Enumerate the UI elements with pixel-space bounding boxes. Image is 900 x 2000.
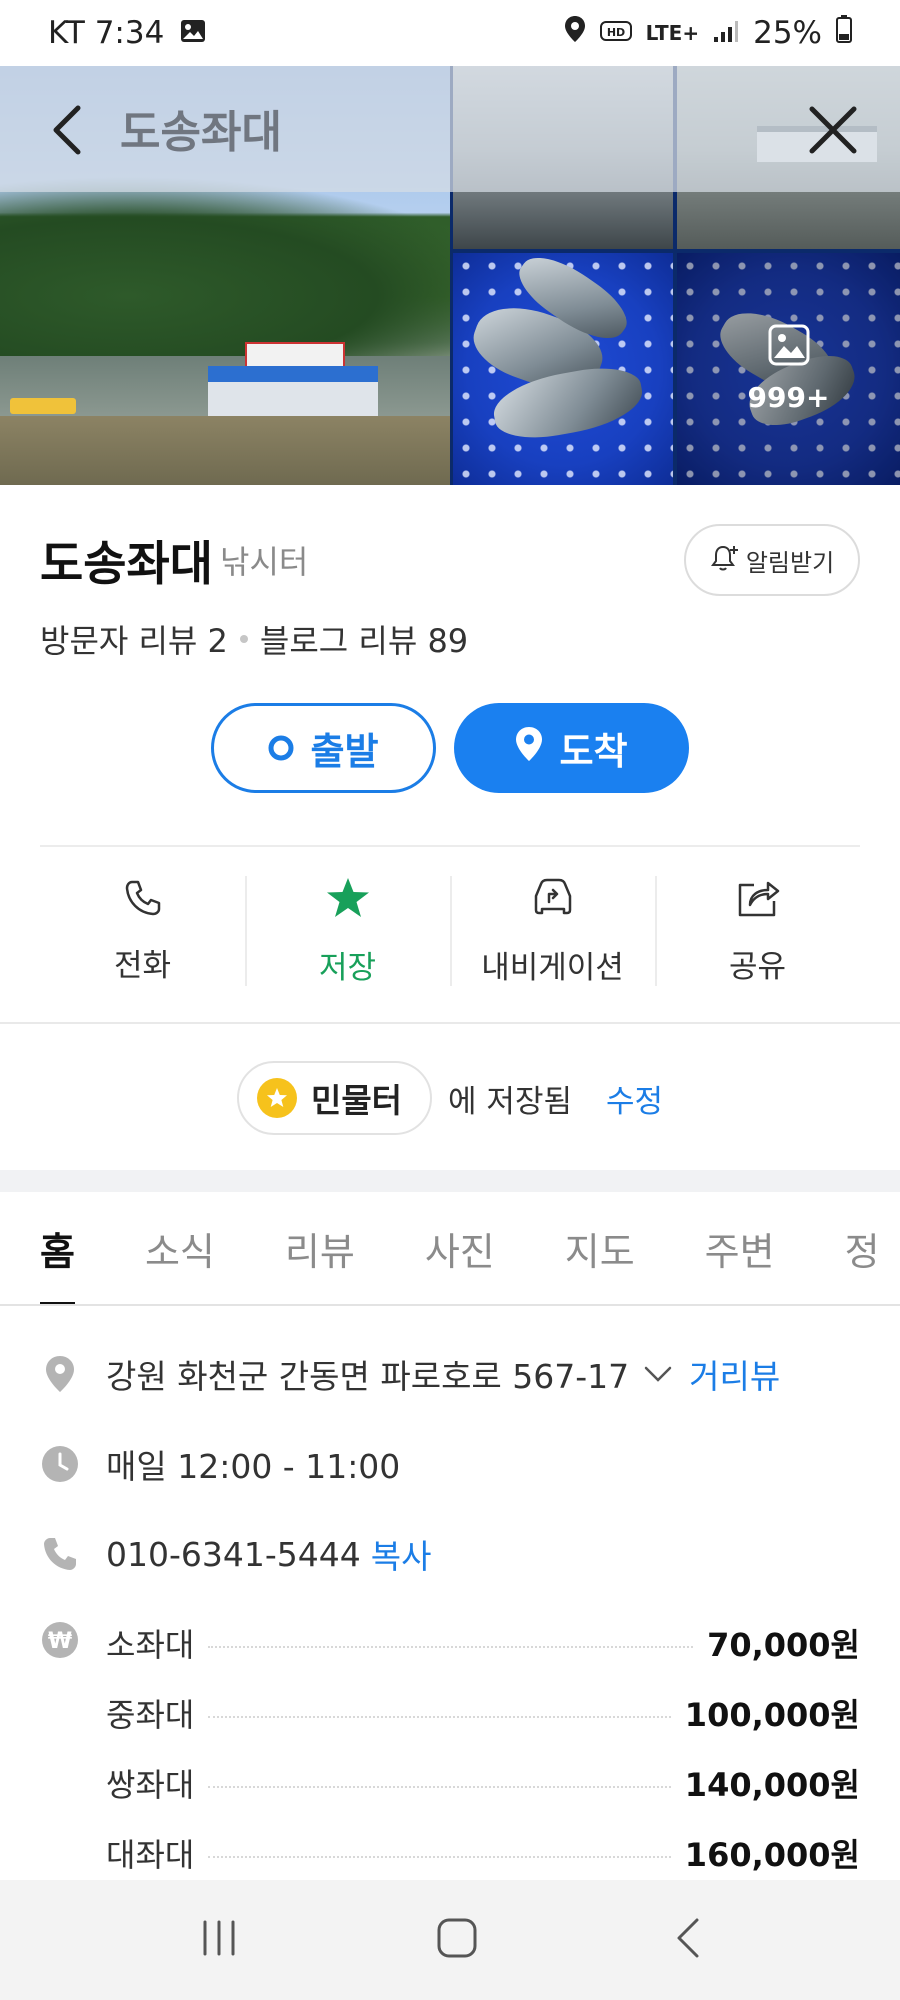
price-item: 쌍좌대 140,000원	[106, 1760, 860, 1806]
star-icon	[325, 876, 371, 928]
address-text: 강원 화천군 간동면 파로호로 567-17	[106, 1357, 630, 1396]
price-item-name: 소좌대	[106, 1626, 195, 1664]
depart-label: 출발	[310, 730, 379, 773]
blog-reviews-link[interactable]: 블로그 리뷰 89	[260, 616, 468, 662]
copy-phone-link[interactable]: 복사	[371, 1530, 432, 1578]
gallery-notification-icon	[180, 15, 206, 51]
save-label: 저장	[318, 949, 377, 986]
hours-text: 매일 12:00 - 11:00	[106, 1447, 401, 1486]
back-button[interactable]	[48, 100, 88, 160]
image-icon	[768, 324, 810, 381]
hours-row: 매일 12:00 - 11:00	[40, 1440, 400, 1488]
action-bar: 전화 저장 내비게이션 공유	[40, 866, 860, 996]
pin-icon	[515, 726, 543, 771]
navigation-label: 내비게이션	[481, 949, 624, 986]
battery-icon	[836, 15, 852, 51]
edit-saved-link[interactable]: 수정	[606, 1076, 663, 1121]
tab-bar: 홈 소식 리뷰 사진 지도 주변 정	[0, 1192, 900, 1306]
saved-folder-row: 민물터 에 저장됨 수정	[0, 1060, 900, 1136]
saved-folder-name: 민물터	[310, 1081, 403, 1120]
back-nav-icon[interactable]	[673, 1916, 703, 1964]
hd-voice-icon: HD	[599, 15, 632, 51]
place-category: 낚시터	[220, 543, 309, 581]
section-gap	[0, 1170, 900, 1192]
folder-star-icon	[256, 1078, 297, 1118]
arrive-button[interactable]: 도착	[454, 703, 689, 793]
more-photos-button[interactable]: 999+	[677, 253, 900, 485]
bell-plus-icon	[710, 542, 740, 578]
close-button[interactable]	[808, 105, 858, 155]
share-icon	[736, 877, 780, 927]
navigation-action[interactable]: 내비게이션	[450, 866, 655, 996]
price-icon-row: ₩	[40, 1620, 106, 1660]
depart-button[interactable]: 출발	[211, 703, 436, 793]
price-item-amount: 140,000원	[684, 1766, 860, 1804]
svg-text:HD: HD	[606, 26, 624, 39]
tab-nearby[interactable]: 주변	[705, 1192, 775, 1304]
tab-photos[interactable]: 사진	[425, 1192, 495, 1304]
call-label: 전화	[113, 947, 172, 984]
share-action[interactable]: 공유	[655, 866, 860, 996]
visitor-reviews-link[interactable]: 방문자 리뷰 2	[40, 616, 228, 662]
price-item-name: 쌍좌대	[106, 1766, 195, 1804]
leader-dots	[208, 1786, 671, 1788]
leader-dots	[208, 1716, 671, 1718]
arrive-label: 도착	[559, 730, 628, 773]
signal-icon	[713, 15, 739, 51]
divider	[40, 845, 860, 847]
leader-dots	[208, 1646, 694, 1648]
place-name: 도송좌대	[40, 537, 213, 592]
saved-suffix: 에 저장됨	[448, 1083, 572, 1120]
clock-icon	[40, 1444, 80, 1484]
price-item-amount: 160,000원	[684, 1836, 860, 1874]
tab-reviews[interactable]: 리뷰	[285, 1192, 355, 1304]
recent-apps-icon[interactable]	[197, 1918, 241, 1962]
saved-folder-chip[interactable]: 민물터	[236, 1061, 433, 1135]
status-bar: KT 7:34 HD LTE+ 25%	[0, 0, 900, 66]
more-photos-count: 999+	[747, 381, 830, 414]
phone-icon	[123, 878, 163, 926]
leader-dots	[208, 1856, 671, 1858]
price-item-name: 중좌대	[106, 1696, 195, 1734]
price-item: 중좌대 100,000원	[106, 1690, 860, 1736]
address-row: 강원 화천군 간동면 파로호로 567-17 거리뷰	[40, 1350, 780, 1398]
price-item: 소좌대 70,000원	[106, 1620, 860, 1666]
price-item-name: 대좌대	[106, 1836, 195, 1874]
chevron-down-icon[interactable]	[643, 1364, 673, 1384]
system-nav-bar	[0, 1880, 900, 2000]
separator-dot	[239, 635, 248, 643]
street-view-link[interactable]: 거리뷰	[689, 1350, 780, 1398]
price-item: 대좌대 160,000원	[106, 1830, 860, 1876]
location-icon	[564, 15, 586, 51]
phone-gray-icon	[40, 1534, 80, 1574]
alarm-button[interactable]: 알림받기	[684, 524, 860, 596]
location-pin-icon	[40, 1354, 80, 1394]
tab-info[interactable]: 정	[845, 1192, 880, 1304]
battery-percent: 25%	[753, 15, 822, 51]
phone-number[interactable]: 010-6341-5444	[106, 1535, 361, 1574]
call-action[interactable]: 전화	[40, 866, 245, 996]
svg-text:₩: ₩	[48, 1629, 72, 1654]
fish-photo-1[interactable]	[453, 253, 673, 485]
tab-news[interactable]: 소식	[145, 1192, 215, 1304]
car-navigation-icon	[530, 876, 576, 928]
review-summary: 방문자 리뷰 2 블로그 리뷰 89	[40, 616, 468, 662]
price-item-amount: 100,000원	[684, 1696, 860, 1734]
tab-map[interactable]: 지도	[565, 1192, 635, 1304]
alarm-label: 알림받기	[745, 548, 835, 577]
divider	[0, 1022, 900, 1024]
carrier-time: KT 7:34	[48, 15, 165, 51]
price-item-amount: 70,000원	[707, 1626, 860, 1664]
network-type: LTE+	[645, 21, 700, 45]
origin-dot-icon	[268, 727, 294, 770]
save-action[interactable]: 저장	[245, 866, 450, 996]
phone-row: 010-6341-5444 복사	[40, 1530, 432, 1578]
won-icon: ₩	[40, 1620, 80, 1660]
share-label: 공유	[728, 948, 787, 985]
tab-home[interactable]: 홈	[40, 1192, 75, 1304]
app-bar-title: 도송좌대	[120, 107, 282, 158]
home-icon[interactable]	[435, 1916, 479, 1964]
